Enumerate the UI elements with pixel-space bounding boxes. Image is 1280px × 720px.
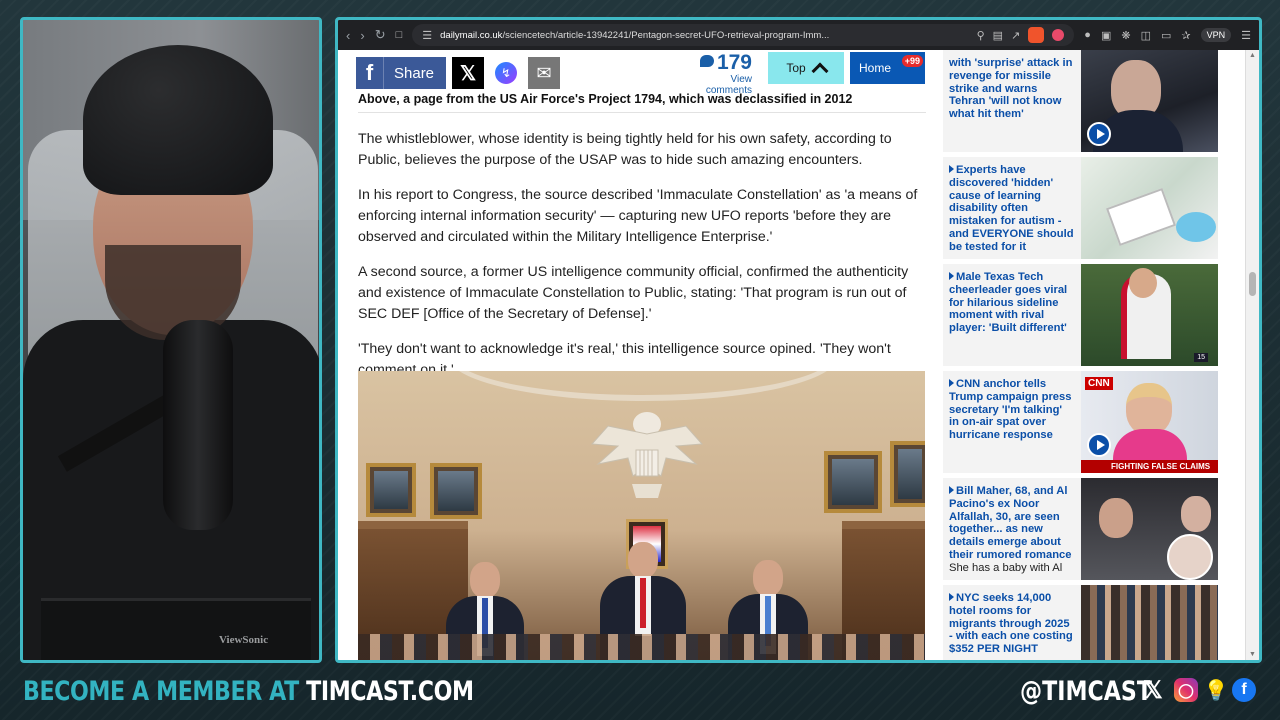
news-ticker: FIGHTING FALSE CLAIMS [1081,460,1218,473]
cnn-logo: CNN [1085,377,1113,390]
browser-toolbar: ‹ › ↻ □ ☰ dailymail.co.uk/sciencetech/ar… [338,20,1259,50]
story-thumbnail: 15 [1081,264,1218,366]
membership-banner: BECOME A MEMBER AT TIMCAST.COM [23,676,474,707]
messenger-icon: ↯ [495,62,517,84]
sidebar-story[interactable]: NYC seeks 14,000 hotel rooms for migrant… [943,585,1218,660]
site-info-icon[interactable]: ☰ [422,29,432,42]
story-headline: CNN anchor tells Trump campaign press se… [949,378,1072,442]
lightbulb-icon: 💡 [1203,679,1229,702]
rewards-icon[interactable] [1052,29,1065,41]
portrait-frame [824,451,882,513]
story-thumbnail [1081,478,1218,580]
zoom-icon[interactable]: ⚲ [977,29,985,42]
sidebar-story[interactable]: Male Texas Tech cheerleader goes viral f… [943,264,1218,366]
audience [358,634,925,660]
facebook-share-button[interactable]: f Share [356,57,446,89]
webcam-monitor-brand: ViewSonic [219,634,269,646]
arrow-bullet-icon [949,379,954,387]
social-handle: @TIMCAST [1020,676,1152,707]
view-comments-link[interactable]: 179 View comments [682,52,752,96]
sidebar-toggle-icon[interactable]: ◫ [1141,29,1151,42]
reload-icon[interactable]: ↻ [375,27,386,43]
bookmark-icon[interactable]: □ [396,29,403,41]
wallet-icon[interactable]: ▭ [1161,29,1171,42]
comment-bubble-icon [699,55,714,67]
story-headline: Experts have discovered 'hidden' cause o… [949,164,1074,253]
extensions-icon[interactable]: ❋ [1121,29,1130,42]
article-body: Above, a page from the US Air Force's Pr… [358,92,926,381]
arrow-bullet-icon [949,165,954,173]
story-headline: NYC seeks 14,000 hotel rooms for migrant… [949,592,1073,656]
reader-icon[interactable]: ▤ [993,29,1003,42]
arrow-bullet-icon [949,593,954,601]
facebook-logo-icon: f [1232,678,1256,702]
eagle-seal-icon [590,412,704,498]
extension-icon-1[interactable]: ● [1084,29,1091,41]
article-paragraph: In his report to Congress, the source de… [358,187,918,245]
instagram-icon: ◯ [1174,678,1198,702]
portrait-frame [890,441,925,507]
article-paragraph: A second source, a former US intelligenc… [358,264,909,322]
sidebar-story[interactable]: with 'surprise' attack in revenge for mi… [943,50,1218,152]
scroll-up-icon[interactable]: ▲ [1249,52,1256,59]
comments-count: 179 [716,51,752,74]
browser-window: ‹ › ↻ □ ☰ dailymail.co.uk/sciencetech/ar… [335,17,1262,663]
story-headline: Bill Maher, 68, and Al Pacino's ex Noor … [949,485,1072,561]
back-icon[interactable]: ‹ [346,28,350,43]
story-thumbnail [1081,157,1218,259]
webcam-feed: ViewSonic [20,17,322,663]
forward-icon[interactable]: › [360,28,364,43]
story-thumbnail [1081,585,1218,660]
webcam-microphone [163,320,233,530]
web-page: f Share 𝕏 ↯ ✉ 179 View comments Top Home… [338,50,1259,660]
story-headline: Male Texas Tech cheerleader goes viral f… [949,271,1068,335]
bookmarks-icon[interactable]: ✰ [1181,29,1190,42]
image-caption: Above, a page from the US Air Force's Pr… [358,92,926,113]
x-icon: 𝕏 [459,62,477,85]
home-button[interactable]: Home +99 [850,52,925,84]
menu-icon[interactable]: ☰ [1241,29,1251,42]
extension-icon-2[interactable]: ▣ [1101,29,1111,42]
story-subtext: She has a baby with Al [949,561,1063,574]
x-logo-icon: 𝕏 [1143,676,1163,704]
sidebar-story[interactable]: Experts have discovered 'hidden' cause o… [943,157,1218,259]
story-headline: with 'surprise' attack in revenge for mi… [949,57,1073,121]
scroll-down-icon[interactable]: ▼ [1249,651,1256,658]
share-page-icon[interactable]: ↗ [1011,29,1020,42]
portrait-frame [366,463,416,517]
webcam-monitor [41,598,311,660]
story-thumbnail: CNN FIGHTING FALSE CLAIMS [1081,371,1218,473]
page-scrollbar[interactable]: ▲ ▼ [1245,50,1259,660]
stream-bottom-bar: BECOME A MEMBER AT TIMCAST.COM @TIMCAST [0,668,1280,720]
mail-icon: ✉ [536,62,552,83]
play-icon[interactable] [1087,433,1111,457]
arrow-bullet-icon [949,272,954,280]
sidebar-story[interactable]: Bill Maher, 68, and Al Pacino's ex Noor … [943,478,1218,580]
url-text: dailymail.co.uk/sciencetech/article-1394… [440,29,830,41]
home-badge: +99 [901,55,923,67]
vpn-button[interactable]: VPN [1200,28,1232,42]
x-share-button[interactable]: 𝕏 [452,57,484,89]
facebook-icon: f [356,57,384,89]
portrait-frame [430,463,482,519]
photo-arch [448,371,838,401]
arrow-bullet-icon [949,486,954,494]
article-paragraph: The whistleblower, whose identity is bei… [358,131,892,168]
story-thumbnail [1081,50,1218,152]
brave-shield-icon[interactable] [1028,27,1045,43]
back-to-top-button[interactable]: Top [768,52,844,84]
chevron-up-icon [811,62,829,80]
email-share-button[interactable]: ✉ [528,57,560,89]
play-icon[interactable] [1087,122,1111,146]
scoreboard-overlay: 15 [1194,353,1208,362]
webcam-person-beanie [83,45,273,195]
hearing-photo[interactable] [358,371,925,660]
messenger-share-button[interactable]: ↯ [490,57,522,89]
sidebar-story[interactable]: CNN anchor tells Trump campaign press se… [943,371,1218,473]
scrollbar-thumb[interactable] [1249,272,1256,296]
address-bar[interactable]: ☰ dailymail.co.uk/sciencetech/article-13… [412,24,1075,46]
